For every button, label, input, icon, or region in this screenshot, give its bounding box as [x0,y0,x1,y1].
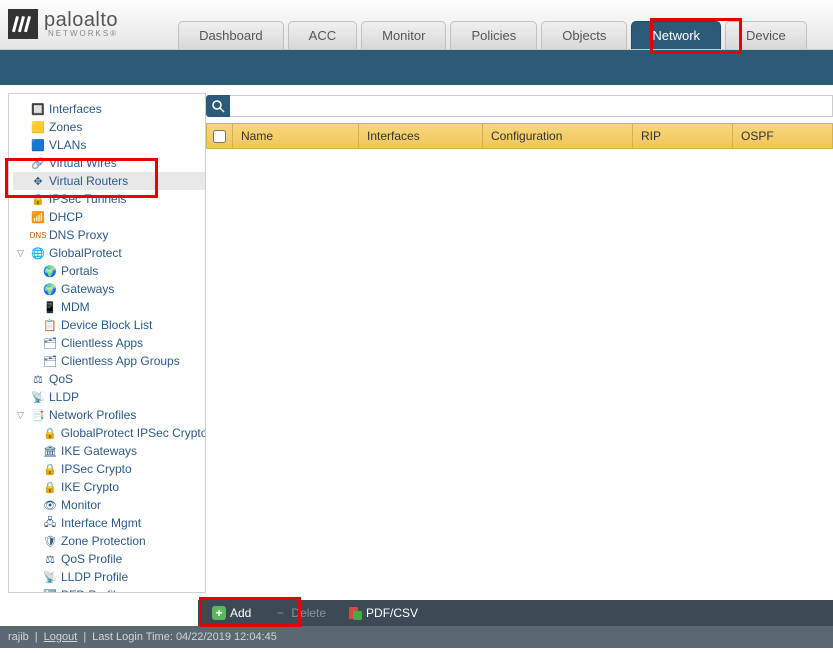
action-bar: + Add − Delete PDF/CSV [198,600,833,626]
monitor-icon: 👁 [43,498,57,512]
nav-virtual-wires[interactable]: 🔗Virtual Wires [13,154,205,172]
nav-device-block-list[interactable]: 📋Device Block List [13,316,205,334]
main-panel: Name Interfaces Configuration RIP OSPF [206,93,833,600]
mdm-icon: 📱 [43,300,57,314]
nav-bfd-profile[interactable]: 🔄BFD Profile [13,586,205,593]
brand-sub: NETWORKS® [44,30,118,38]
nav-gateways[interactable]: 🌍Gateways [13,280,205,298]
tab-device[interactable]: Device [725,21,807,49]
col-checkbox[interactable] [207,124,233,148]
table-body [206,149,833,600]
search-bar [206,93,833,119]
search-icon[interactable] [206,95,230,117]
nav-qos[interactable]: ⚖QoS [13,370,205,388]
tab-network[interactable]: Network [631,21,721,49]
add-button[interactable]: + Add [206,603,257,623]
header-band [0,50,833,85]
nav-virtual-routers[interactable]: ✥Virtual Routers [13,172,205,190]
main-tabs: Dashboard ACC Monitor Policies Objects N… [178,21,807,49]
dnsproxy-icon: DNS [31,228,45,242]
qos-icon: ⚖ [31,372,45,386]
plus-icon: + [212,606,226,620]
blocklist-icon: 📋 [43,318,57,332]
col-rip[interactable]: RIP [633,124,733,148]
lldp-icon: 📡 [31,390,45,404]
status-bar: rajib | Logout | Last Login Time: 04/22/… [0,626,833,648]
table-header: Name Interfaces Configuration RIP OSPF [206,123,833,149]
nav-dhcp[interactable]: 📶DHCP [13,208,205,226]
bfdprof-icon: 🔄 [43,588,57,593]
ikegw-icon: 🏛 [43,444,57,458]
pdf-csv-button[interactable]: PDF/CSV [342,603,424,623]
tab-monitor[interactable]: Monitor [361,21,446,49]
nav-qos-profile[interactable]: ⚖QoS Profile [13,550,205,568]
tab-dashboard[interactable]: Dashboard [178,21,284,49]
ipsectun-icon: 🔒 [31,192,45,206]
nav-mdm[interactable]: 📱MDM [13,298,205,316]
tab-acc[interactable]: ACC [288,21,357,49]
pdf-icon [348,606,362,620]
nav-vlans[interactable]: 🟦VLANs [13,136,205,154]
nav-interfaces[interactable]: 🔲Interfaces [13,100,205,118]
nav-ipsec-tunnels[interactable]: 🔒IPSec Tunnels [13,190,205,208]
chevron-down-icon: ▽ [17,410,27,421]
ifmgmt-icon: 🖧 [43,516,57,530]
dhcp-icon: 📶 [31,210,45,224]
nav-zone-protection[interactable]: 🛡Zone Protection [13,532,205,550]
nav-monitor-profile[interactable]: 👁Monitor [13,496,205,514]
interfaces-icon: 🔲 [31,102,45,116]
clappsgrp-icon: 🗂 [43,354,57,368]
gateways-icon: 🌍 [43,282,57,296]
col-ospf[interactable]: OSPF [733,124,832,148]
lock-icon: 🔒 [43,462,57,476]
vlans-icon: 🟦 [31,138,45,152]
nav-zones[interactable]: 🟨Zones [13,118,205,136]
col-interfaces[interactable]: Interfaces [359,124,483,148]
nav-ike-gateways[interactable]: 🏛IKE Gateways [13,442,205,460]
nav-clientless-apps[interactable]: 🗂Clientless Apps [13,334,205,352]
col-configuration[interactable]: Configuration [483,124,633,148]
status-user: rajib [8,631,29,643]
minus-icon: − [273,606,287,620]
nav-network-profiles[interactable]: ▽📑Network Profiles [13,406,205,424]
nav-interface-mgmt[interactable]: 🖧Interface Mgmt [13,514,205,532]
nav-ike-crypto[interactable]: 🔒IKE Crypto [13,478,205,496]
nav-lldp[interactable]: 📡LLDP [13,388,205,406]
last-login: Last Login Time: 04/22/2019 12:04:45 [92,631,277,643]
nav-lldp-profile[interactable]: 📡LLDP Profile [13,568,205,586]
sidebar: 🔲Interfaces 🟨Zones 🟦VLANs 🔗Virtual Wires… [8,93,206,593]
brand-name: paloalto [44,10,118,30]
clapps-icon: 🗂 [43,336,57,350]
nav-ipsec-crypto[interactable]: 🔒IPSec Crypto [13,460,205,478]
nav-gp-ipsec-crypto[interactable]: 🔒GlobalProtect IPSec Crypto [13,424,205,442]
tab-policies[interactable]: Policies [450,21,537,49]
lldpprof-icon: 📡 [43,570,57,584]
nav-portals[interactable]: 🌍Portals [13,262,205,280]
brand-logo-icon [8,9,38,39]
brand-logo: paloalto NETWORKS® [8,9,118,39]
chevron-down-icon: ▽ [17,248,27,259]
col-name[interactable]: Name [233,124,359,148]
nav-dns-proxy[interactable]: DNSDNS Proxy [13,226,205,244]
search-input[interactable] [230,95,833,117]
lock-icon: 🔒 [43,426,57,440]
globalprotect-icon: 🌐 [31,246,45,260]
vwires-icon: 🔗 [31,156,45,170]
select-all-checkbox[interactable] [213,130,226,143]
zones-icon: 🟨 [31,120,45,134]
nav-clientless-app-groups[interactable]: 🗂Clientless App Groups [13,352,205,370]
portals-icon: 🌍 [43,264,57,278]
logout-link[interactable]: Logout [44,631,78,643]
netprofiles-icon: 📑 [31,408,45,422]
zoneprot-icon: 🛡 [43,534,57,548]
vrouters-icon: ✥ [31,174,45,188]
lock-icon: 🔒 [43,480,57,494]
qosprof-icon: ⚖ [43,552,57,566]
tab-objects[interactable]: Objects [541,21,627,49]
nav-globalprotect[interactable]: ▽🌐GlobalProtect [13,244,205,262]
delete-button[interactable]: − Delete [267,603,332,623]
